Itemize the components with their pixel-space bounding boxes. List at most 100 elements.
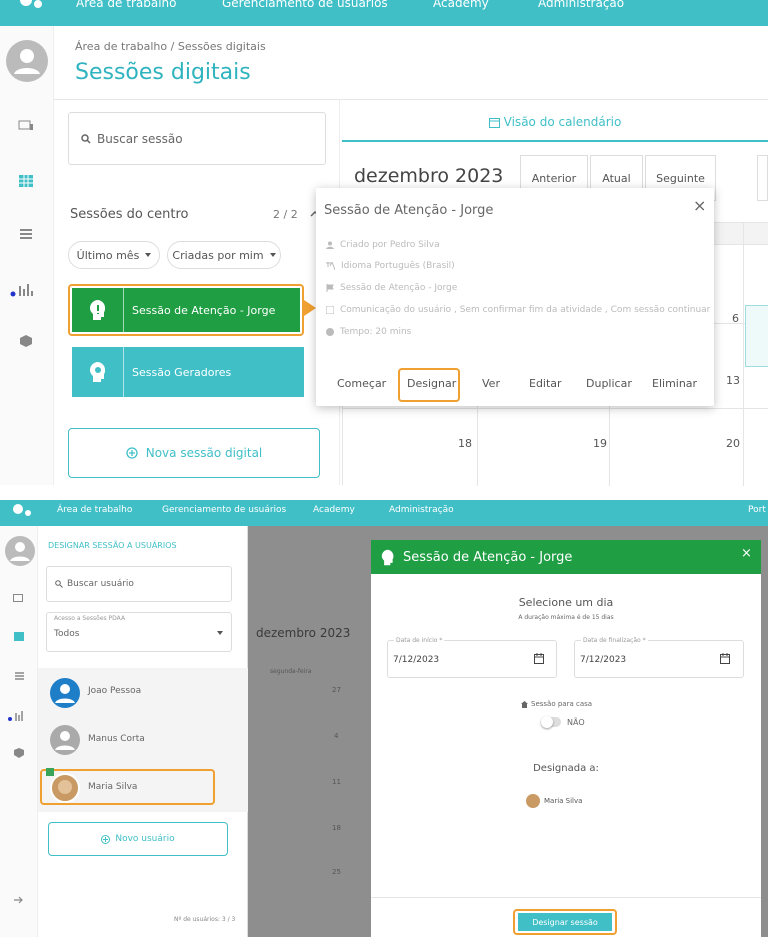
arrow-right-icon[interactable] bbox=[14, 896, 24, 904]
package-icon[interactable] bbox=[19, 334, 33, 348]
grid-line bbox=[743, 223, 744, 486]
section-title: Sessões do centro bbox=[70, 207, 189, 222]
user-photo-avatar bbox=[526, 794, 540, 808]
select-label: Acesso a Sessões PDAA bbox=[54, 615, 126, 622]
devices-icon[interactable] bbox=[18, 120, 34, 132]
profile-avatar[interactable] bbox=[5, 536, 35, 566]
filter-label: Criadas por mim bbox=[172, 248, 264, 262]
search-icon bbox=[81, 133, 91, 144]
list-item-joao[interactable]: Joao Pessoa bbox=[38, 668, 248, 716]
list-icon[interactable] bbox=[15, 672, 24, 680]
language-text: Idioma Português (Brasil) bbox=[341, 261, 455, 271]
session-card-geradores[interactable]: Sessão Geradores bbox=[72, 347, 304, 397]
search-placeholder: Buscar usuário bbox=[67, 579, 134, 589]
assign-action[interactable]: Designar bbox=[407, 377, 456, 390]
background-day: 18 bbox=[332, 824, 341, 832]
tab-label: Visão do calendário bbox=[503, 115, 622, 129]
popup-detail-row: Tempo: 20 mins bbox=[326, 327, 411, 337]
session-label: Sessão de Atenção - Jorge bbox=[132, 303, 276, 317]
calendar-tab-icon bbox=[488, 117, 500, 128]
plus-circle-icon bbox=[126, 447, 138, 459]
close-icon[interactable]: × bbox=[693, 196, 706, 215]
calendar-icon[interactable] bbox=[19, 175, 33, 187]
field-value: 7/12/2023 bbox=[580, 655, 627, 665]
session-name-text: Sessão de Atenção - Jorge bbox=[340, 283, 458, 293]
nav-administration[interactable]: Administração bbox=[538, 0, 624, 10]
nav-user-management[interactable]: Gerenciamento de usuários bbox=[162, 505, 286, 515]
caret-down-icon bbox=[145, 253, 152, 257]
view-action[interactable]: Ver bbox=[482, 377, 500, 390]
session-card-jorge[interactable]: Sessão de Atenção - Jorge bbox=[72, 288, 300, 332]
home-icon bbox=[521, 700, 528, 708]
nav-administration[interactable]: Administração bbox=[389, 505, 454, 515]
list-item-manus[interactable]: Manus Corta bbox=[38, 716, 248, 764]
nav-user-management[interactable]: Gerenciamento de usuários bbox=[222, 0, 388, 10]
edit-action[interactable]: Editar bbox=[529, 377, 562, 390]
filter-last-month[interactable]: Último mês bbox=[68, 241, 160, 269]
session-search-input[interactable]: Buscar sessão bbox=[68, 112, 326, 165]
user-name: Manus Corta bbox=[88, 734, 145, 744]
home-session-row: Sessão para casa bbox=[521, 700, 592, 708]
nav-workspace[interactable]: Área de trabalho bbox=[76, 0, 177, 10]
access-select[interactable]: Acesso a Sessões PDAA Todos bbox=[46, 612, 232, 652]
assigned-title: Designada a: bbox=[533, 763, 599, 774]
calendar-picker-icon[interactable] bbox=[720, 653, 730, 664]
nav-academy[interactable]: Academy bbox=[433, 0, 489, 10]
top-navbar: Área de trabalho Gerenciamento de usuári… bbox=[0, 0, 768, 26]
home-label: Sessão para casa bbox=[531, 700, 593, 708]
language-selector[interactable]: Port bbox=[748, 505, 766, 515]
users-count: Nº de usuários: 3 / 3 bbox=[174, 916, 236, 923]
logo-icon[interactable] bbox=[16, 0, 46, 14]
modal-header: Sessão de Atenção - Jorge × bbox=[371, 540, 761, 574]
package-icon[interactable] bbox=[14, 748, 24, 758]
assign-session-button[interactable]: Designar sessão bbox=[518, 913, 612, 931]
popup-title: Sessão de Atenção - Jorge bbox=[324, 203, 494, 218]
user-avatar bbox=[50, 678, 80, 708]
field-label: Data de início * bbox=[394, 637, 445, 644]
sessions-panel: Buscar sessão Sessões do centro 2 / 2 Úl… bbox=[54, 100, 340, 485]
popup-detail-row: Sessão de Atenção - Jorge bbox=[326, 283, 457, 293]
user-search-input[interactable]: Buscar usuário bbox=[46, 566, 232, 602]
profile-avatar[interactable] bbox=[6, 40, 48, 82]
side-toolbar bbox=[0, 26, 54, 485]
list-item-maria[interactable]: Maria Silva bbox=[38, 764, 248, 812]
calendar-picker-icon[interactable] bbox=[534, 653, 544, 664]
head-gear-icon bbox=[72, 347, 124, 397]
section-count: 2 / 2 bbox=[273, 208, 298, 221]
close-icon[interactable]: × bbox=[741, 546, 752, 561]
assigned-user-name: Maria Silva bbox=[544, 797, 583, 805]
selected-day-cell[interactable] bbox=[745, 305, 768, 367]
start-date-field[interactable]: Data de início * 7/12/2023 bbox=[387, 637, 557, 678]
breadcrumb-workspace[interactable]: Área de trabalho bbox=[75, 40, 167, 53]
background-day: 25 bbox=[332, 868, 341, 876]
time-text: Tempo: 20 mins bbox=[340, 327, 412, 337]
filter-created-by-me[interactable]: Criadas por mim bbox=[167, 241, 281, 269]
options-text: Comunicação do usuário , Sem confirmar f… bbox=[340, 305, 711, 315]
stats-icon[interactable] bbox=[10, 282, 34, 298]
home-toggle[interactable] bbox=[541, 716, 561, 728]
calendar-icon[interactable] bbox=[14, 632, 24, 641]
breadcrumb-current: Sessões digitais bbox=[177, 40, 266, 53]
delete-action[interactable]: Eliminar bbox=[652, 377, 697, 390]
stats-icon[interactable] bbox=[8, 710, 26, 722]
breadcrumb: Área de trabalho / Sessões digitais bbox=[75, 40, 266, 53]
duplicate-action[interactable]: Duplicar bbox=[586, 377, 632, 390]
breadcrumb-separator: / bbox=[170, 40, 175, 53]
head-bulb-icon bbox=[381, 549, 395, 566]
toggle-knob bbox=[541, 716, 553, 728]
created-by-text: Criado por Pedro Silva bbox=[340, 240, 440, 250]
end-date-field[interactable]: Data de finalização * 7/12/2023 bbox=[574, 637, 744, 678]
nav-workspace[interactable]: Área de trabalho bbox=[57, 505, 132, 515]
view-toggle-button[interactable] bbox=[757, 155, 768, 201]
user-photo-avatar bbox=[50, 773, 80, 803]
start-action[interactable]: Começar bbox=[337, 377, 386, 390]
day-number: 20 bbox=[726, 437, 740, 450]
new-user-button[interactable]: Novo usuário bbox=[48, 822, 228, 856]
tab-calendar-view[interactable]: Visão do calendário bbox=[342, 104, 768, 142]
list-icon[interactable] bbox=[20, 229, 32, 239]
logo-icon[interactable] bbox=[10, 502, 34, 520]
nav-academy[interactable]: Academy bbox=[313, 505, 355, 515]
devices-icon[interactable] bbox=[13, 594, 25, 604]
day-number: 6 bbox=[732, 312, 739, 325]
new-digital-session-button[interactable]: Nova sessão digital bbox=[68, 428, 320, 478]
